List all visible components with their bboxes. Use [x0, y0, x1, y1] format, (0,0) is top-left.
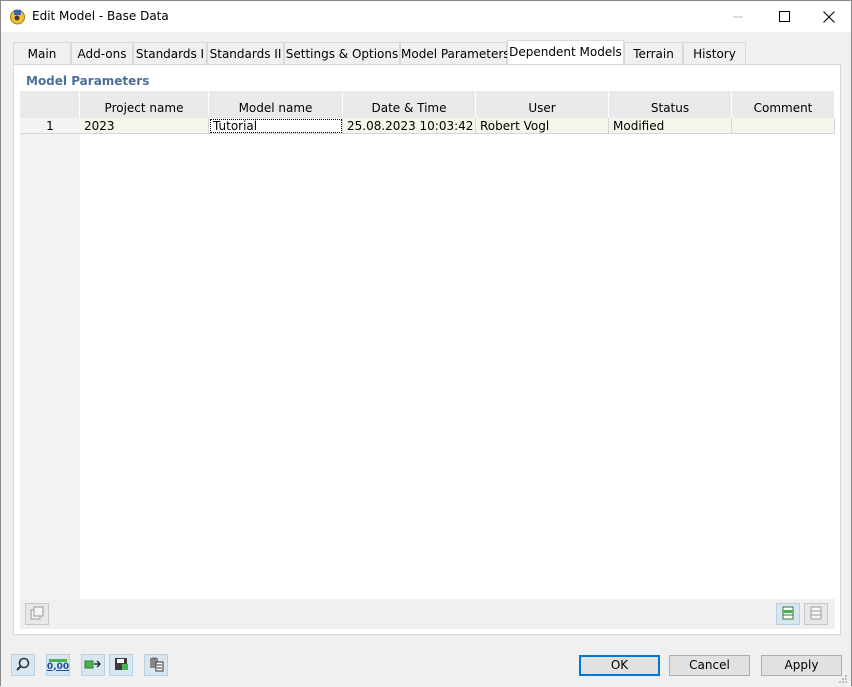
ok-button[interactable]: OK: [579, 655, 660, 676]
column-group-header: [343, 91, 476, 99]
table-icon: [148, 656, 164, 675]
column-group-header: [732, 91, 835, 99]
model-parameters-group: Model Parameters Project name Model name…: [20, 71, 835, 629]
close-button[interactable]: [806, 1, 852, 32]
export-excel-icon: [780, 605, 796, 624]
cell-project-name[interactable]: 2023: [80, 118, 209, 134]
column-header-status[interactable]: Status: [609, 99, 732, 118]
resize-grip-icon[interactable]: [838, 673, 848, 683]
tab-dependent-models[interactable]: Dependent Models: [507, 40, 624, 65]
import-button[interactable]: [804, 603, 828, 625]
tab-terrain[interactable]: Terrain: [624, 42, 683, 65]
app-icon: [9, 8, 26, 25]
title-bar: Edit Model - Base Data: [1, 1, 851, 32]
tab-history[interactable]: History: [683, 42, 746, 65]
units-button[interactable]: 0,00: [46, 654, 70, 676]
column-header-project-name[interactable]: Project name: [80, 99, 209, 118]
column-group-header: [80, 91, 209, 99]
units-label: 0,00: [46, 661, 70, 672]
row-header-column: [20, 91, 80, 599]
apply-button[interactable]: Apply: [761, 655, 842, 676]
column-group-header: [476, 91, 609, 99]
decimal-units-icon: 0,00: [46, 658, 70, 672]
tab-add-ons[interactable]: Add-ons: [71, 42, 133, 65]
cell-comment[interactable]: [732, 118, 835, 134]
column-header-date-time[interactable]: Date & Time: [343, 99, 476, 118]
save-settings-icon: [113, 656, 129, 675]
import-icon: [808, 605, 824, 624]
section-title: Model Parameters: [20, 71, 835, 91]
tab-model-parameters[interactable]: Model Parameters: [400, 42, 510, 65]
table-button[interactable]: [144, 654, 168, 676]
cancel-button[interactable]: Cancel: [669, 655, 750, 676]
search-button[interactable]: [11, 654, 35, 676]
column-header-comment[interactable]: Comment: [732, 99, 835, 118]
tab-panel: Model Parameters Project name Model name…: [13, 64, 841, 635]
window-title: Edit Model - Base Data: [32, 9, 169, 23]
maximize-button[interactable]: [761, 1, 807, 32]
model-transfer-button[interactable]: [81, 654, 105, 676]
column-header-user[interactable]: User: [476, 99, 609, 118]
row-number[interactable]: 1: [20, 118, 80, 134]
dialog-footer: 0,00 OK Cancel Apply: [1, 643, 851, 686]
minimize-button[interactable]: [715, 1, 761, 32]
cell-date-time[interactable]: 25.08.2023 10:03:42: [343, 118, 476, 134]
tab-standards-i[interactable]: Standards I: [133, 42, 207, 65]
copy-button[interactable]: [25, 603, 49, 625]
cell-user[interactable]: Robert Vogl: [476, 118, 609, 134]
search-icon: [15, 656, 31, 675]
cell-model-name[interactable]: Tutorial: [209, 118, 343, 134]
tab-standards-ii[interactable]: Standards II: [207, 42, 284, 65]
save-settings-button[interactable]: [109, 654, 133, 676]
cell-status[interactable]: Modified: [609, 118, 732, 134]
corner-header-top: [20, 91, 80, 99]
column-group-header: [209, 91, 343, 99]
export-button[interactable]: [776, 603, 800, 625]
edit-model-dialog: Edit Model - Base Data Main Add-ons Stan…: [0, 0, 852, 686]
copy-icon: [29, 605, 45, 624]
model-transfer-icon: [84, 656, 102, 675]
column-header-model-name[interactable]: Model name: [209, 99, 343, 118]
column-group-header: [609, 91, 732, 99]
tab-main[interactable]: Main: [13, 42, 71, 65]
tab-settings-options[interactable]: Settings & Options: [284, 42, 400, 65]
dependent-models-table: Project name Model name Date & Time User…: [20, 91, 835, 599]
corner-header: [20, 99, 80, 118]
